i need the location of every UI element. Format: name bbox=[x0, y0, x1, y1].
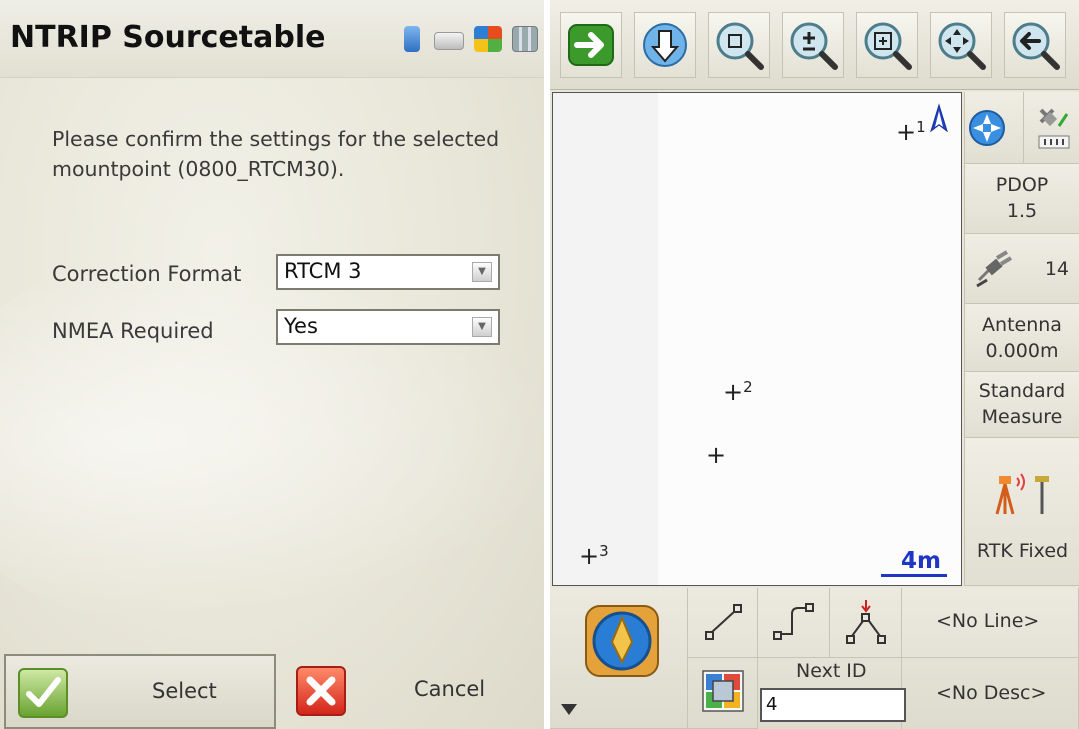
status-column: PDOP 1.5 14 Antenna 0.000m Standard Meas… bbox=[964, 92, 1079, 586]
line-select-cell[interactable]: <No Line> bbox=[902, 588, 1079, 658]
map-shade bbox=[553, 93, 658, 585]
cancel-button-label: Cancel bbox=[414, 677, 486, 701]
download-globe-icon[interactable] bbox=[634, 12, 696, 78]
windows-flag-icon[interactable] bbox=[474, 26, 502, 52]
map-point-3[interactable]: +3 bbox=[579, 539, 609, 568]
compass-globe-icon[interactable] bbox=[967, 108, 1007, 148]
rtk-status-cell[interactable]: RTK Fixed bbox=[964, 438, 1079, 586]
select-button-label: Select bbox=[152, 679, 217, 703]
antenna-value: 0.000m bbox=[985, 340, 1059, 362]
antenna-label: Antenna bbox=[982, 314, 1062, 336]
satellite-settings-icon[interactable] bbox=[1031, 104, 1075, 152]
chevron-down-icon[interactable] bbox=[560, 702, 578, 716]
select-button[interactable]: Select bbox=[4, 654, 276, 729]
layers-button[interactable] bbox=[688, 658, 758, 729]
scale-bar: 4m bbox=[881, 548, 947, 577]
description-select-cell[interactable]: <No Desc> bbox=[902, 658, 1079, 729]
confirm-message: Please confirm the settings for the sele… bbox=[52, 127, 500, 181]
bottom-controls: <No Line> Next ID 4 <No Desc> bbox=[550, 588, 1079, 729]
map-point-2[interactable]: +2 bbox=[723, 375, 753, 404]
map-point-2-label: 2 bbox=[743, 378, 753, 396]
map-point-3-label: 3 bbox=[599, 542, 609, 560]
layers-icon bbox=[702, 670, 744, 712]
zoom-window-icon[interactable] bbox=[856, 12, 918, 78]
line-icon bbox=[705, 604, 742, 640]
measure-button-cell bbox=[550, 588, 688, 729]
description-select-label: <No Desc> bbox=[936, 682, 1047, 704]
map-point-1[interactable]: +1 bbox=[896, 115, 926, 144]
cancel-button[interactable]: Cancel bbox=[284, 654, 542, 729]
ntrip-dialog: NTRIP Sourcetable Please confirm the set… bbox=[0, 0, 544, 729]
satellites-cell[interactable]: 14 bbox=[964, 234, 1079, 304]
polyline-tool-button[interactable] bbox=[758, 588, 830, 658]
nmea-required-select[interactable]: Yes ▼ bbox=[276, 309, 500, 345]
next-id-label: Next ID bbox=[796, 660, 867, 682]
map-toolbar bbox=[550, 0, 1079, 90]
correction-format-label: Correction Format bbox=[52, 262, 242, 286]
measure-mode-line1: Standard bbox=[978, 380, 1066, 402]
map-point-1-label: 1 bbox=[916, 118, 926, 136]
chevron-down-icon[interactable]: ▼ bbox=[472, 262, 492, 282]
zoom-in-out-icon[interactable] bbox=[782, 12, 844, 78]
satellite-count: 14 bbox=[1044, 258, 1069, 280]
status-icons bbox=[404, 26, 538, 52]
pdop-cell[interactable]: PDOP 1.5 bbox=[964, 164, 1079, 234]
north-arrow-icon bbox=[930, 103, 948, 133]
zoom-extents-icon[interactable] bbox=[708, 12, 770, 78]
pdop-label: PDOP bbox=[995, 174, 1049, 196]
line-tool-button[interactable] bbox=[688, 588, 758, 658]
add-vertex-icon bbox=[846, 600, 886, 644]
cell-separator bbox=[1023, 92, 1024, 164]
satellite-icon bbox=[976, 250, 1013, 288]
grid-icon[interactable] bbox=[512, 26, 538, 52]
add-vertex-tool-button[interactable] bbox=[830, 588, 902, 658]
rtk-rover-icon bbox=[995, 473, 1049, 515]
nmea-required-label: NMEA Required bbox=[52, 319, 214, 343]
close-icon bbox=[296, 666, 346, 716]
pdop-value: 1.5 bbox=[1006, 200, 1038, 222]
arrow-right-icon[interactable] bbox=[560, 12, 622, 78]
line-select-label: <No Line> bbox=[936, 610, 1040, 632]
survey-view: +1 +2 + +3 4m PDOP 1.5 14 Antenna 0.000m… bbox=[550, 0, 1079, 729]
polyline-icon bbox=[773, 603, 814, 640]
pan-icon[interactable] bbox=[930, 12, 992, 78]
correction-format-value: RTCM 3 bbox=[284, 259, 362, 283]
next-id-input[interactable]: 4 bbox=[760, 688, 906, 722]
dialog-title: NTRIP Sourcetable bbox=[10, 20, 326, 55]
nav-icons-cell bbox=[964, 92, 1079, 164]
battery-icon[interactable] bbox=[404, 26, 420, 52]
measure-mode-line2: Measure bbox=[981, 406, 1063, 428]
keyboard-icon[interactable] bbox=[434, 32, 464, 50]
antenna-cell[interactable]: Antenna 0.000m bbox=[964, 304, 1079, 372]
map-canvas[interactable]: +1 +2 + +3 4m bbox=[552, 92, 962, 586]
back-icon[interactable] bbox=[1004, 12, 1066, 78]
dialog-title-bar: NTRIP Sourcetable bbox=[0, 0, 544, 78]
chevron-down-icon[interactable]: ▼ bbox=[472, 317, 492, 337]
map-point-current[interactable]: + bbox=[706, 438, 726, 467]
measure-button[interactable] bbox=[582, 600, 662, 680]
rtk-status-label: RTK Fixed bbox=[976, 540, 1069, 562]
check-icon bbox=[18, 668, 68, 718]
background-swoosh bbox=[0, 230, 544, 650]
correction-format-select[interactable]: RTCM 3 ▼ bbox=[276, 254, 500, 290]
nmea-required-value: Yes bbox=[284, 314, 318, 338]
measure-mode-cell[interactable]: Standard Measure bbox=[964, 372, 1079, 438]
dialog-button-row: Select Cancel bbox=[0, 654, 544, 729]
